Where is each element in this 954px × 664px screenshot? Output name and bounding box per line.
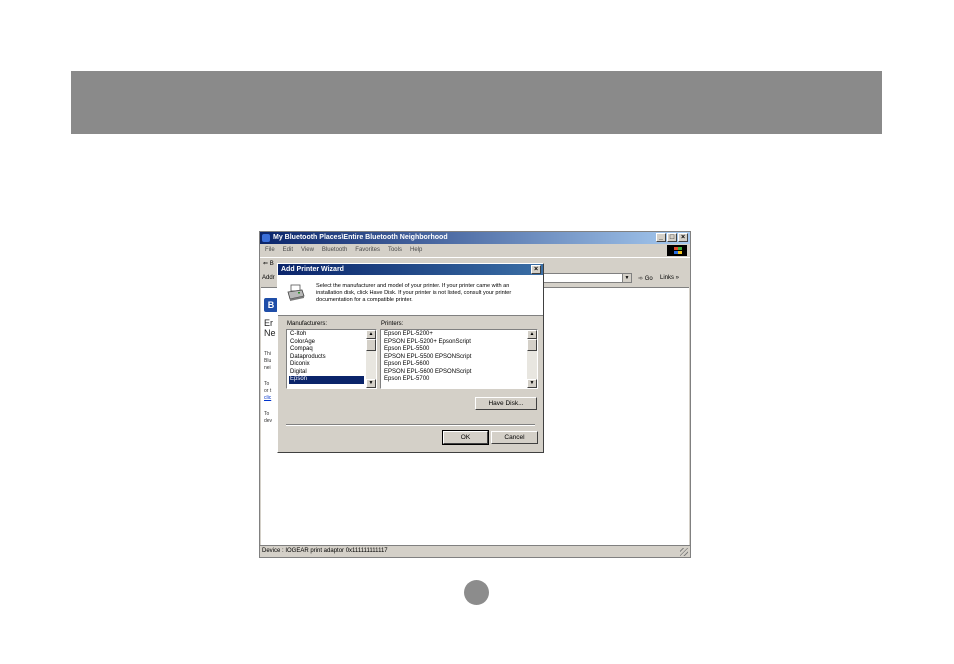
side-text: Blu	[264, 358, 272, 364]
list-item[interactable]: Epson EPL-5200+	[383, 331, 525, 339]
list-item[interactable]: Epson EPL-5600	[383, 361, 525, 369]
maximize-button[interactable]: □	[667, 233, 677, 242]
links-button[interactable]: Links »	[660, 275, 679, 281]
dialog-header: Select the manufacturer and model of you…	[278, 275, 543, 316]
scroll-thumb[interactable]	[527, 339, 537, 351]
menu-tools[interactable]: Tools	[388, 244, 402, 256]
list-item[interactable]: Diconix	[289, 361, 364, 369]
ok-button[interactable]: OK	[442, 430, 489, 445]
side-text: or t	[264, 388, 272, 394]
window-title: My Bluetooth Places\Entire Bluetooth Nei…	[273, 234, 448, 241]
side-text: To	[264, 381, 270, 387]
menu-bar: File Edit View Bluetooth Favorites Tools…	[260, 244, 690, 256]
have-disk-button[interactable]: Have Disk...	[475, 397, 537, 410]
header-banner	[71, 71, 882, 134]
scroll-thumb[interactable]	[366, 339, 376, 351]
manufacturers-label: Manufacturers:	[287, 321, 328, 327]
dialog-titlebar[interactable]: Add Printer Wizard	[278, 264, 543, 275]
bluetooth-icon: B	[264, 298, 278, 312]
list-item[interactable]: Compaq	[289, 346, 364, 354]
list-item[interactable]: Epson EPL-5700	[383, 376, 525, 384]
printers-list[interactable]: Epson EPL-5200+ EPSON EPL-5200+ EpsonScr…	[380, 329, 538, 389]
side-text: dev	[264, 418, 273, 424]
page-indicator-dot	[464, 580, 489, 605]
bluetooth-places-icon	[262, 234, 270, 242]
list-item-selected[interactable]: Epson	[289, 376, 364, 384]
status-bar: Device : IOGEAR print adaptor 0x11111111…	[260, 545, 690, 557]
list-item[interactable]: Digital	[289, 369, 364, 377]
menu-help[interactable]: Help	[410, 244, 422, 256]
windows-logo-icon	[667, 245, 687, 256]
dialog-close-button[interactable]: ×	[531, 265, 541, 274]
side-link[interactable]: clic	[264, 395, 271, 401]
list-item[interactable]: Epson EPL-5500	[383, 346, 525, 354]
side-heading: Er	[264, 318, 273, 328]
side-text: To	[264, 411, 270, 417]
dialog-divider	[286, 424, 535, 426]
list-item[interactable]: EPSON EPL-5500 EPSONScript	[383, 354, 525, 362]
list-item[interactable]: EPSON EPL-5200+ EpsonScript	[383, 339, 525, 347]
scroll-up-icon[interactable]: ▲	[527, 330, 537, 339]
list-item[interactable]: ColorAge	[289, 339, 364, 347]
close-button[interactable]: ×	[678, 233, 688, 242]
menu-view[interactable]: View	[301, 244, 314, 256]
resize-grip-icon[interactable]	[680, 548, 688, 556]
menu-bluetooth[interactable]: Bluetooth	[322, 244, 347, 256]
manufacturers-list[interactable]: C-Itoh ColorAge Compaq Dataproducts Dico…	[286, 329, 377, 389]
side-text: Thi	[264, 351, 271, 357]
list-item[interactable]: Dataproducts	[289, 354, 364, 362]
status-text: Device : IOGEAR print adaptor 0x11111111…	[262, 548, 388, 554]
printer-icon	[287, 284, 305, 301]
menu-favorites[interactable]: Favorites	[355, 244, 380, 256]
back-button[interactable]: ⇐ B	[263, 260, 274, 267]
address-dropdown-icon[interactable]: ▼	[622, 273, 632, 283]
go-label: Go	[644, 276, 653, 282]
cancel-button[interactable]: Cancel	[491, 431, 538, 444]
list-item[interactable]: EPSON EPL-5600 EPSONScript	[383, 369, 525, 377]
go-button[interactable]: ➾ Go	[638, 275, 653, 282]
dialog-title: Add Printer Wizard	[281, 266, 344, 273]
scroll-down-icon[interactable]: ▼	[366, 379, 376, 388]
add-printer-wizard-dialog: Add Printer Wizard × Select the manufact…	[277, 263, 544, 453]
printers-scrollbar[interactable]: ▲ ▼	[527, 330, 537, 388]
scroll-down-icon[interactable]: ▼	[527, 379, 537, 388]
scroll-up-icon[interactable]: ▲	[366, 330, 376, 339]
side-text: nei	[264, 365, 271, 371]
list-item[interactable]: C-Itoh	[289, 331, 364, 339]
printers-label: Printers:	[381, 321, 404, 327]
instruction-text: Select the manufacturer and model of you…	[316, 283, 512, 303]
menu-file[interactable]: File	[265, 244, 275, 256]
minimize-button[interactable]: _	[656, 233, 666, 242]
address-label: Addr	[262, 275, 275, 281]
side-heading: Ne	[264, 328, 276, 338]
window-titlebar[interactable]: My Bluetooth Places\Entire Bluetooth Nei…	[260, 232, 690, 244]
manufacturers-scrollbar[interactable]: ▲ ▼	[366, 330, 376, 388]
menu-edit[interactable]: Edit	[283, 244, 293, 256]
